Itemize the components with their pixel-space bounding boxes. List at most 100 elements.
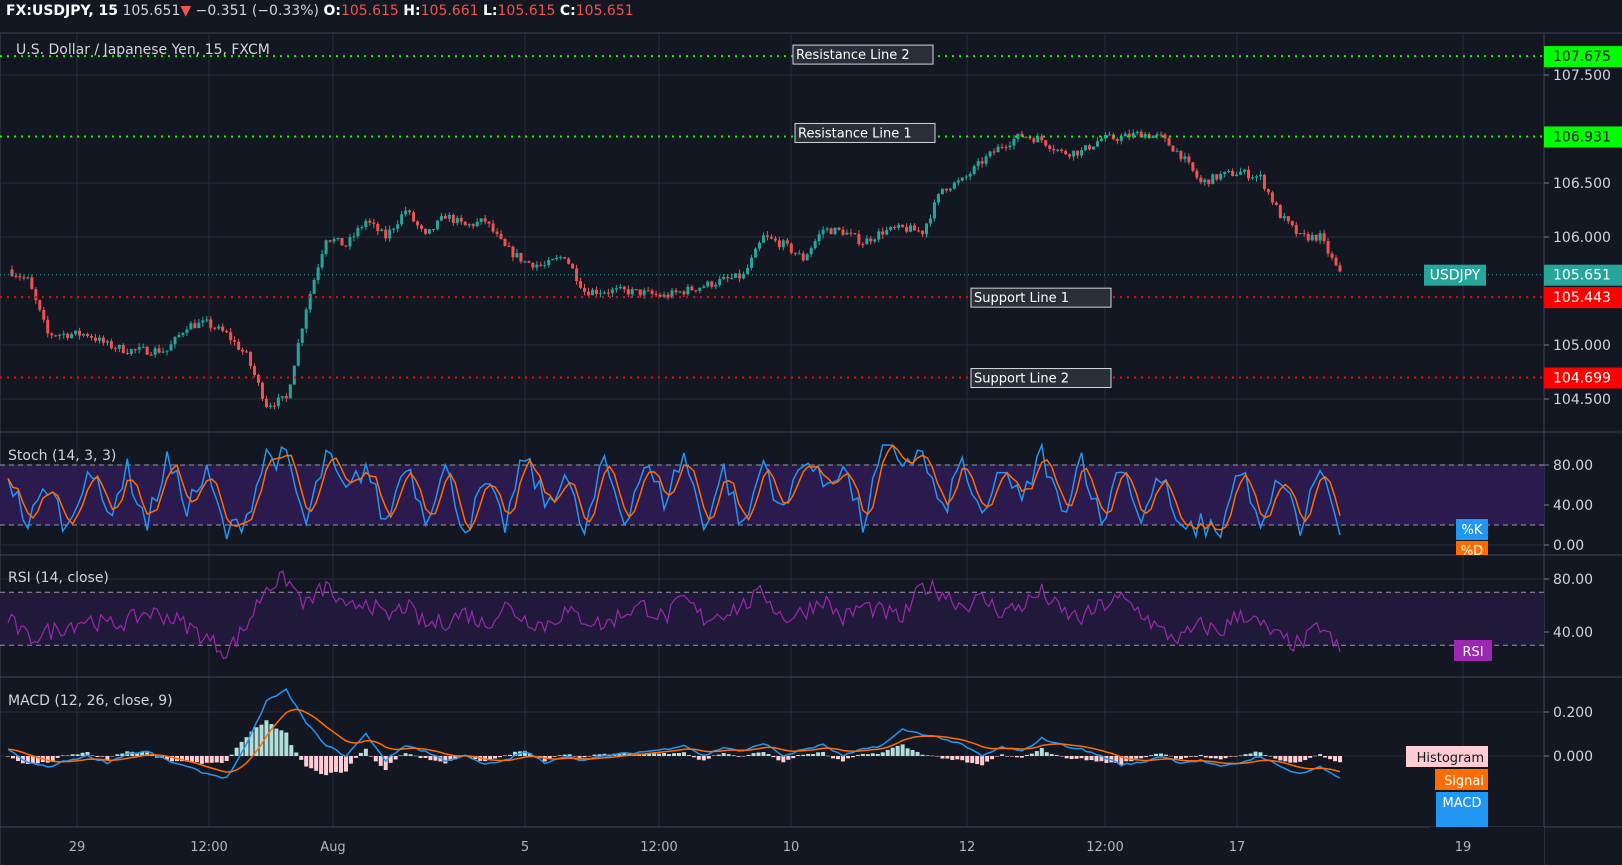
resistance-line-price-tag-label: 107.675: [1553, 49, 1611, 65]
macd-histogram-bar: [900, 744, 905, 756]
candle: [793, 252, 797, 254]
macd-histogram-bar: [1169, 755, 1174, 757]
candle: [86, 334, 90, 337]
macd-histogram-bar: [1228, 756, 1233, 757]
resistance-line-label: Resistance Line 1: [798, 126, 912, 141]
rsi-tag-label: RSI: [1462, 645, 1483, 660]
candle: [193, 323, 197, 329]
macd-histogram-bar: [930, 755, 935, 757]
candle: [197, 322, 201, 329]
candle: [678, 291, 682, 293]
macd-histogram-bar: [920, 754, 925, 756]
candle: [245, 351, 249, 353]
macd-histogram-bar: [652, 753, 657, 756]
candle: [606, 292, 610, 294]
macd-histogram-bar: [696, 756, 701, 760]
candle: [22, 277, 26, 279]
candle: [1044, 140, 1048, 146]
macd-histogram-bar: [358, 752, 363, 756]
candle: [1306, 233, 1310, 241]
macd-tag-label: MACD: [1443, 796, 1482, 811]
macd-histogram-bar: [826, 755, 831, 757]
macd-histogram-bar: [65, 755, 70, 756]
stoch-axis-label: 80.00: [1553, 458, 1593, 474]
candle: [1107, 134, 1111, 136]
chart-canvas[interactable]: 29 12:00 Aug 5 12:00 10 12 12:00 17 19 107.500 106.…: [0, 0, 1622, 865]
candle: [260, 382, 264, 399]
candle: [82, 334, 86, 336]
macd-histogram-bar: [309, 756, 314, 769]
candle: [26, 277, 30, 279]
macd-line: [7, 688, 1341, 779]
candle: [133, 349, 137, 351]
candle: [1008, 145, 1012, 148]
macd-histogram-bar: [289, 745, 294, 756]
candle: [921, 230, 925, 235]
macd-signal-tag-label: Signal: [1444, 774, 1484, 789]
candle: [885, 229, 889, 235]
candle: [917, 230, 921, 232]
macd-histogram-bar: [373, 756, 378, 762]
candle: [551, 259, 555, 261]
price-axis-label: 106.000: [1553, 230, 1611, 246]
resistance-line-label: Resistance Line 2: [796, 48, 910, 63]
macd-histogram-bar: [1293, 756, 1298, 763]
candle: [153, 348, 157, 355]
macd-histogram-bar: [910, 750, 915, 756]
macd-histogram-bar: [860, 753, 865, 756]
candle: [1215, 174, 1219, 180]
macd-histogram-bar: [980, 756, 985, 766]
time-axis-label: 12:00: [640, 840, 677, 855]
candle: [590, 289, 594, 296]
candle: [618, 286, 622, 289]
candle: [638, 289, 642, 296]
candle: [507, 245, 511, 247]
time-axis-label: 10: [783, 840, 800, 855]
macd-histogram-bar: [935, 756, 940, 757]
candle: [1064, 151, 1068, 155]
candle: [583, 287, 587, 292]
candle: [1040, 136, 1044, 141]
candle: [1235, 174, 1239, 177]
resistance-line-price-tag-label: 106.931: [1553, 129, 1611, 145]
candle: [905, 226, 909, 232]
stoch-axis-label: 0.00: [1553, 538, 1584, 554]
candle: [869, 238, 873, 242]
candle: [777, 240, 781, 248]
macd-histogram-bar: [100, 756, 105, 757]
candle: [1171, 145, 1175, 152]
macd-histogram-bar: [975, 756, 980, 765]
candle: [1318, 233, 1322, 241]
macd-histogram-bar: [1159, 753, 1164, 756]
candle: [404, 210, 408, 215]
candle: [74, 330, 78, 335]
macd-histogram-bar: [821, 751, 826, 756]
macd-histogram-bar: [1019, 756, 1024, 758]
last-price-tag-label: 105.651: [1553, 268, 1611, 284]
macd-histogram-bar: [1263, 755, 1268, 756]
candle: [145, 346, 149, 355]
candle: [1068, 154, 1072, 157]
candle: [499, 233, 503, 239]
candle: [1032, 138, 1036, 143]
macd-histogram-bar: [6, 756, 10, 757]
macd-histogram-bar: [865, 754, 870, 756]
candle: [952, 182, 956, 189]
macd-histogram-bar: [890, 747, 895, 756]
candle: [865, 238, 869, 245]
support-line-price-tag-label: 105.443: [1553, 290, 1611, 306]
macd-histogram-bar: [1188, 756, 1193, 757]
candle: [909, 225, 913, 232]
candle: [845, 232, 849, 235]
candle: [189, 323, 193, 330]
macd-histogram-bar: [870, 753, 875, 756]
macd-histogram-bar: [1283, 756, 1288, 762]
macd-histogram-bar: [1144, 756, 1149, 758]
macd-histogram-bar: [1268, 756, 1273, 757]
candle: [555, 257, 559, 260]
candle: [495, 231, 499, 234]
candle: [1207, 179, 1211, 185]
candle: [412, 212, 416, 222]
stoch-d-tag-label: %D: [1461, 544, 1483, 559]
candle: [857, 234, 861, 245]
